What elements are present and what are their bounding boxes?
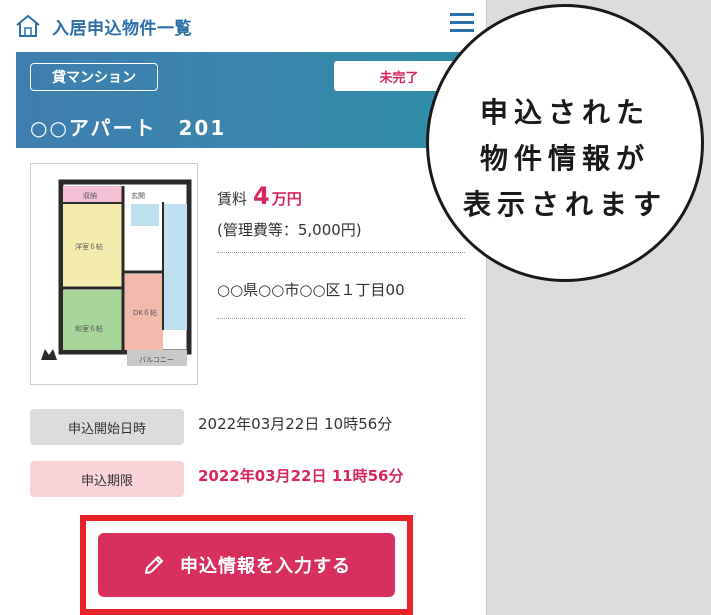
app-header: 入居申込物件一覧 — [0, 0, 486, 52]
callout-line-3: 表示されます — [462, 188, 667, 221]
rent-value: 4 — [253, 182, 270, 210]
rent-line: 賃料 4 万円 — [217, 182, 302, 210]
floorplan-image: 収納 玄関 洋室６帖 和室６帖 DK６帖 バルコニー — [30, 163, 198, 385]
floorplan-label-entrance: 玄関 — [131, 192, 145, 200]
application-deadline-value: 2022年03月22日 11時56分 — [198, 467, 404, 485]
phone-screen: 入居申込物件一覧 貸マンション 未完了 ○○アパート 201 収納 玄関 洋室６… — [0, 0, 487, 615]
home-icon[interactable] — [14, 13, 42, 39]
application-deadline-label: 申込期限 — [30, 461, 184, 497]
callout-line-1: 申込された — [479, 96, 650, 129]
property-name: ○○アパート 201 — [30, 116, 227, 140]
pencil-icon — [145, 556, 163, 574]
page-title: 入居申込物件一覧 — [52, 18, 192, 39]
callout-bubble: 申込された 物件情報が 表示されます — [426, 4, 704, 282]
floorplan-label-dk: DK６帖 — [133, 309, 157, 317]
divider — [217, 318, 465, 319]
application-start-value: 2022年03月22日 10時56分 — [198, 415, 393, 433]
hamburger-menu-icon[interactable] — [448, 10, 476, 36]
floorplan-label-japanese-room: 和室６帖 — [75, 325, 103, 333]
floorplan-label-western-room: 洋室６帖 — [75, 243, 103, 251]
property-banner: 貸マンション 未完了 ○○アパート 201 — [16, 52, 474, 148]
rent-label: 賃料 — [217, 190, 248, 208]
rent-unit: 万円 — [271, 190, 302, 208]
management-fee: (管理費等：5,000円) — [217, 221, 362, 239]
property-type-badge: 貸マンション — [30, 63, 158, 91]
floorplan-label-storage: 収納 — [83, 192, 97, 200]
enter-application-button-label: 申込情報を入力する — [180, 556, 351, 577]
callout-line-2: 物件情報が — [479, 142, 650, 175]
floorplan-label-balcony: バルコニー — [139, 356, 174, 364]
divider — [217, 252, 465, 253]
property-address: ○○県○○市○○区１丁目00 — [217, 281, 405, 299]
application-start-label: 申込開始日時 — [30, 409, 184, 445]
enter-application-button[interactable]: 申込情報を入力する — [98, 533, 395, 597]
